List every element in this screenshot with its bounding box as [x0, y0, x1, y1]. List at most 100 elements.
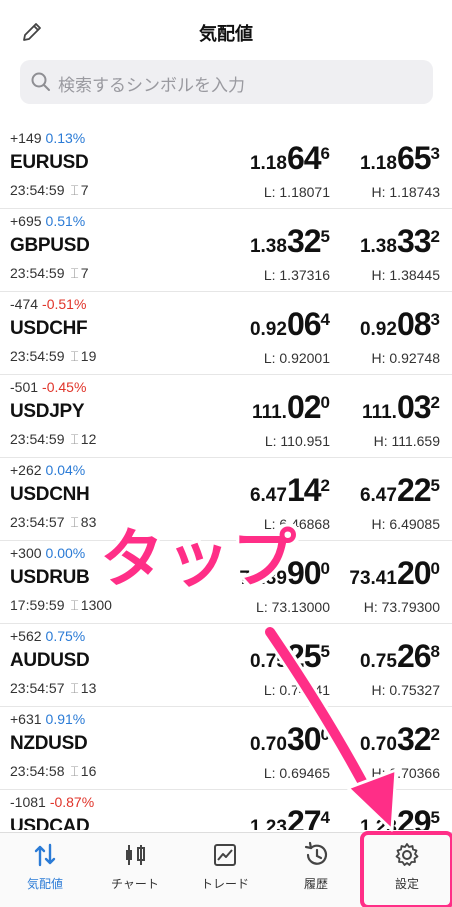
tab-history-clock[interactable]: 履歴 [271, 833, 361, 907]
bid-price-pips: 27 [286, 804, 322, 830]
quote-meta: 23:54:59 ⌶ 19 [10, 348, 96, 365]
quote-row-usdchf[interactable]: -474 -0.51% USDCHF 23:54:59 ⌶ 19 0.92064 0… [0, 292, 452, 375]
quote-row-eurusd[interactable]: +149 0.13% EURUSD 23:54:59 ⌶ 7 1.18646 1.1… [0, 126, 452, 209]
quote-meta: 23:54:59 ⌶ 7 [10, 265, 89, 282]
high-value: H: 0.75327 [371, 682, 441, 698]
high-value: H: 1.18743 [371, 184, 441, 200]
bid-price-fraction: 4 [320, 807, 330, 827]
change-value: +562 0.75% [10, 628, 85, 644]
high-value: H: 6.49085 [371, 516, 441, 532]
low-value: L: 0.74441 [263, 682, 330, 698]
ask-price-fraction: 5 [430, 475, 440, 495]
quote-row-usdcad[interactable]: -1081 -0.87% USDCAD 1.23274 1.23295 [0, 790, 452, 830]
spread-icon: ⌶ [66, 680, 79, 696]
change-percent: 0.75% [45, 628, 86, 644]
bid-price: 1.18646 [220, 140, 330, 177]
tab-label: 気配値 [26, 877, 63, 891]
tab-trade-chart[interactable]: トレード [180, 833, 270, 907]
search-input[interactable]: 検索するシンボルを入力 [20, 60, 433, 104]
bid-price-pips: 64 [286, 140, 322, 176]
spread-value: 7 [80, 182, 89, 198]
spread-value: 13 [80, 680, 97, 696]
ask-price: 6.47225 [330, 472, 440, 509]
ask-price-fraction: 3 [430, 309, 440, 329]
symbol-name: EURUSD [10, 152, 89, 173]
spread-icon: ⌶ [66, 514, 79, 530]
change-value: +695 0.51% [10, 213, 85, 229]
bid-price-fraction: 5 [320, 226, 330, 246]
bid-price: 0.92064 [220, 306, 330, 343]
change-percent: 0.00% [45, 545, 86, 561]
quote-time: 23:54:59 [10, 431, 65, 447]
quote-meta: 23:54:59 ⌶ 7 [10, 182, 89, 199]
ask-price-pips: 08 [396, 306, 432, 342]
quote-row-gbpusd[interactable]: +695 0.51% GBPUSD 23:54:59 ⌶ 7 1.38325 1.3… [0, 209, 452, 292]
quote-list: +149 0.13% EURUSD 23:54:59 ⌶ 7 1.18646 1.1… [0, 126, 452, 830]
change-percent: 0.04% [45, 462, 86, 478]
bid-price: 1.38325 [220, 223, 330, 260]
change-points: +262 [10, 462, 42, 478]
ask-price-pips: 32 [396, 721, 432, 757]
change-points: +695 [10, 213, 42, 229]
ask-price: 73.41200 [330, 555, 440, 592]
change-points: +149 [10, 130, 42, 146]
change-value: +149 0.13% [10, 130, 85, 146]
quote-time: 23:54:59 [10, 348, 65, 364]
change-points: +562 [10, 628, 42, 644]
quote-meta: 23:54:58 ⌶ 16 [10, 763, 96, 780]
change-points: +631 [10, 711, 42, 727]
bid-price-prefix: 1.38 [249, 236, 287, 257]
ask-price-pips: 29 [396, 804, 432, 830]
bid-price-prefix: 1.23 [249, 817, 287, 830]
quote-time: 23:54:59 [10, 182, 65, 198]
ask-price: 1.38332 [330, 223, 440, 260]
ask-price-pips: 26 [396, 638, 432, 674]
bid-price-fraction: 5 [320, 641, 330, 661]
quote-time: 23:54:59 [10, 265, 65, 281]
quote-meta: 23:54:59 ⌶ 12 [10, 431, 96, 448]
change-percent: 0.13% [45, 130, 86, 146]
quotes-arrows-icon [34, 843, 56, 867]
bid-price: 111.020 [220, 389, 330, 426]
spread-icon: ⌶ [66, 265, 79, 281]
change-value: +262 0.04% [10, 462, 85, 478]
symbol-name: USDCHF [10, 318, 88, 339]
quote-time: 23:54:57 [10, 680, 65, 696]
high-value: H: 0.92748 [371, 350, 441, 366]
tab-candlestick[interactable]: チャート [90, 833, 180, 907]
ask-price-fraction: 0 [430, 558, 440, 578]
symbol-name: USDCAD [10, 816, 90, 830]
ask-price: 1.18653 [330, 140, 440, 177]
candlestick-icon [126, 845, 145, 865]
low-value: L: 0.92001 [263, 350, 330, 366]
tab-quotes-arrows[interactable]: 気配値 [0, 833, 90, 907]
ask-price-pips: 33 [396, 223, 432, 259]
ask-price-pips: 65 [396, 140, 432, 176]
change-percent: 0.91% [45, 711, 86, 727]
quote-time: 23:54:58 [10, 763, 65, 779]
change-value: -501 -0.45% [10, 379, 86, 395]
spread-value: 83 [80, 514, 97, 530]
quote-row-audusd[interactable]: +562 0.75% AUDUSD 23:54:57 ⌶ 13 0.75255 0.… [0, 624, 452, 707]
bid-price-prefix: 1.18 [249, 153, 287, 174]
symbol-name: GBPUSD [10, 235, 90, 256]
ask-price-fraction: 2 [430, 226, 440, 246]
ask-price-pips: 03 [396, 389, 432, 425]
high-value: H: 73.79300 [363, 599, 440, 615]
page-title: 気配値 [199, 24, 253, 44]
ask-price-prefix: 0.92 [359, 319, 397, 340]
bid-price-pips: 32 [286, 223, 322, 259]
change-percent: -0.45% [42, 379, 87, 395]
tab-label: 履歴 [303, 877, 328, 891]
bid-price-pips: 06 [286, 306, 322, 342]
quote-row-usdjpy[interactable]: -501 -0.45% USDJPY 23:54:59 ⌶ 12 111.020 1… [0, 375, 452, 458]
quote-row-nzdusd[interactable]: +631 0.91% NZDUSD 23:54:58 ⌶ 16 0.70300 0.… [0, 707, 452, 790]
ask-price-prefix: 1.38 [359, 236, 397, 257]
low-value: L: 1.37316 [263, 267, 330, 283]
spread-icon: ⌶ [66, 431, 79, 447]
ask-price-fraction: 2 [430, 392, 440, 412]
search-placeholder: 検索するシンボルを入力 [58, 76, 245, 95]
high-value: H: 111.659 [373, 433, 440, 449]
ask-price-prefix: 0.75 [359, 651, 397, 672]
tab-gear[interactable]: 設定 [360, 831, 452, 907]
